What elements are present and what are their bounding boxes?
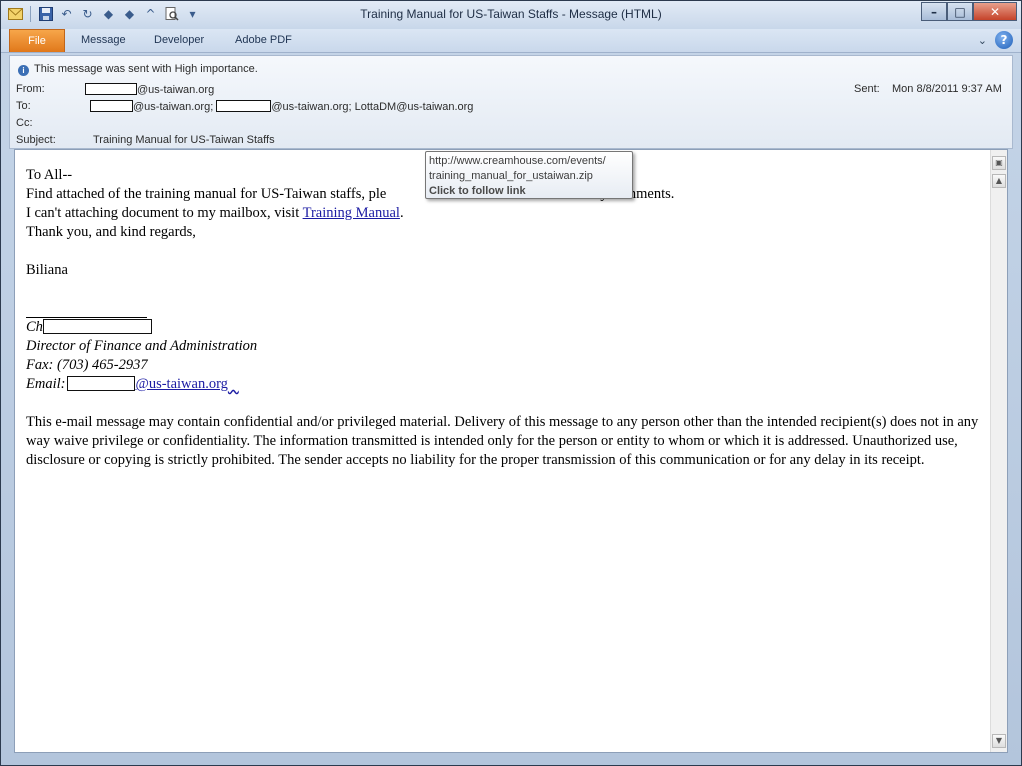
close-button[interactable]: ✕: [973, 2, 1017, 21]
signature-email: Email: @us-taiwan.org: [26, 375, 986, 394]
redacted-box: [85, 83, 137, 95]
from-domain: @us-taiwan.org: [137, 84, 215, 96]
sent-value: Mon 8/8/2011 9:37 AM: [892, 83, 1002, 95]
title-bar: ↶ ↻ ◆ ◆ ^ ▾ Training Manual for US-Taiwa…: [1, 1, 1021, 29]
outlook-message-window: ↶ ↻ ◆ ◆ ^ ▾ Training Manual for US-Taiwa…: [0, 0, 1022, 766]
from-value[interactable]: @us-taiwan.org: [85, 83, 214, 96]
signature-title: Director of Finance and Administration: [26, 338, 258, 354]
sender-name: Biliana: [26, 262, 68, 278]
signature-email-link[interactable]: @us-taiwan.org: [135, 376, 227, 392]
scroll-down-button[interactable]: ▼: [992, 734, 1006, 748]
message-header: i This message was sent with High importa…: [9, 55, 1013, 149]
to-label: To:: [16, 100, 31, 112]
message-body[interactable]: To All-- Find attached of the training m…: [14, 149, 1008, 753]
signature-divider: [26, 299, 147, 318]
tooltip-hint: Click to follow link: [429, 185, 526, 197]
maximize-button[interactable]: □: [947, 2, 973, 21]
help-icon[interactable]: ?: [995, 31, 1013, 49]
redacted-box: [67, 376, 136, 391]
body-line-2-end: .: [399, 205, 404, 221]
signature-email-label: Email:: [26, 376, 66, 392]
sent-label: Sent:: [854, 83, 880, 95]
tab-file[interactable]: File: [9, 29, 65, 52]
vertical-scrollbar[interactable]: ▣ ▲ ▼: [990, 150, 1007, 752]
tooltip-url-line-1: http://www.creamhouse.com/events/: [429, 155, 606, 167]
training-manual-link[interactable]: Training Manual: [303, 205, 400, 221]
cc-label: Cc:: [16, 117, 33, 129]
info-icon: i: [18, 65, 29, 76]
body-line-3: Thank you, and kind regards,: [26, 224, 196, 240]
importance-banner: i This message was sent with High importa…: [18, 63, 258, 76]
importance-text: This message was sent with High importan…: [34, 63, 258, 75]
signature-name: Ch: [26, 318, 986, 337]
to-domain-2: @us-taiwan.org; LottaDM@us-taiwan.org: [271, 101, 474, 113]
view-mode-icon[interactable]: ▣: [992, 156, 1006, 170]
body-line-1-start: Find attached of the training manual for…: [26, 186, 387, 202]
to-value[interactable]: @us-taiwan.org; @us-taiwan.org; LottaDM@…: [90, 100, 473, 113]
signature-name-prefix: Ch: [26, 319, 43, 335]
redacted-box: [216, 100, 272, 112]
subject-label: Subject:: [16, 134, 56, 146]
body-line-2-text: I can't attaching document to my mailbox…: [26, 205, 303, 221]
tooltip-url-line-2: training_manual_for_ustaiwan.zip: [429, 170, 593, 182]
subject-value: Training Manual for US-Taiwan Staffs: [93, 134, 275, 146]
tab-developer[interactable]: Developer: [154, 34, 204, 46]
minimize-button[interactable]: –: [921, 2, 947, 21]
scroll-up-button[interactable]: ▲: [992, 174, 1006, 188]
signature-fax: Fax: (703) 465-2937: [26, 357, 148, 373]
tab-message[interactable]: Message: [81, 34, 126, 46]
message-content: To All-- Find attached of the training m…: [26, 166, 986, 470]
window-controls: – □ ✕: [921, 2, 1017, 21]
collapse-ribbon-icon[interactable]: ⌄: [978, 34, 987, 47]
tab-adobe-pdf[interactable]: Adobe PDF: [235, 34, 292, 46]
redacted-box: [42, 319, 152, 334]
from-label: From:: [16, 83, 45, 95]
ribbon-tabs: File Message Developer Adobe PDF ⌄ ?: [1, 29, 1021, 53]
to-domain-1: @us-taiwan.org;: [133, 101, 214, 113]
link-tooltip: http://www.creamhouse.com/events/ traini…: [425, 151, 633, 199]
redacted-box: [90, 100, 133, 112]
ribbon-right-controls: ⌄ ?: [978, 31, 1013, 49]
body-line-2: I can't attaching document to my mailbox…: [26, 204, 986, 223]
disclaimer: This e-mail message may contain confiden…: [26, 414, 979, 468]
window-title: Training Manual for US-Taiwan Staffs - M…: [360, 7, 662, 21]
